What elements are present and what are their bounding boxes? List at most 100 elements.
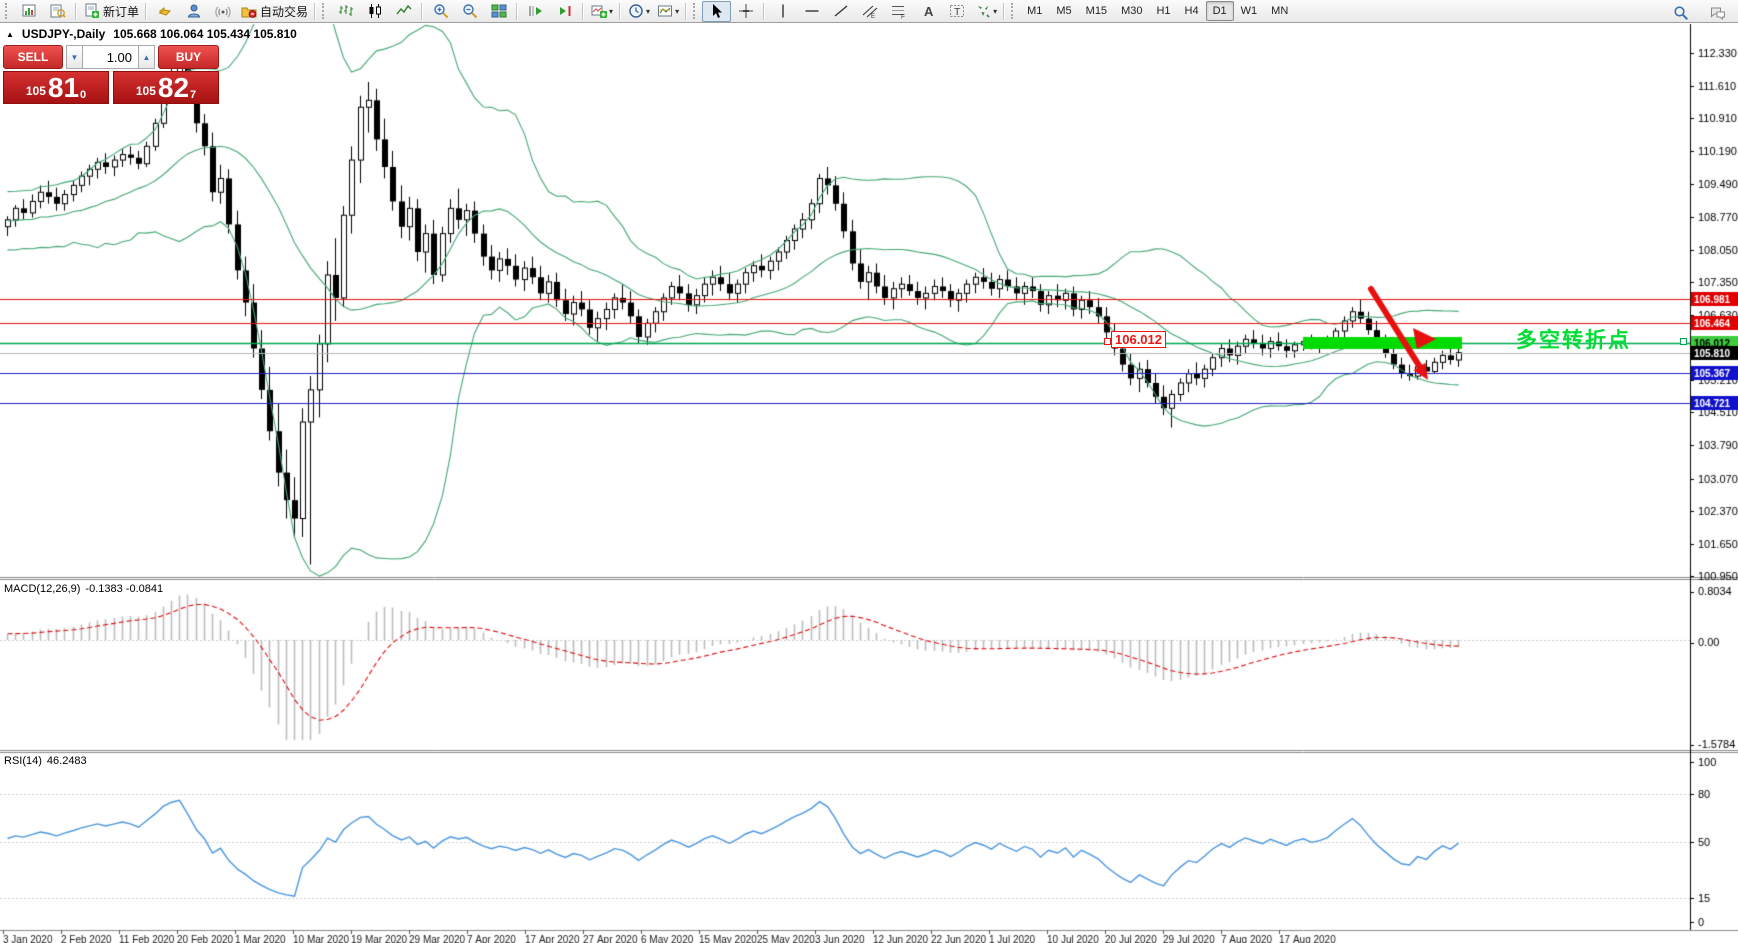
trendline-button[interactable] bbox=[826, 1, 855, 22]
buy-button[interactable]: BUY bbox=[158, 45, 219, 69]
chat-icon bbox=[1709, 4, 1726, 21]
dropdown-arrow-icon[interactable]: ▾ bbox=[993, 7, 997, 16]
toolbar-separator bbox=[685, 2, 688, 20]
fibo-icon: F bbox=[890, 3, 907, 20]
toolbar-separator bbox=[145, 2, 148, 20]
indicators-button[interactable]: ▾ bbox=[587, 1, 616, 22]
arrows-button[interactable]: ▾ bbox=[971, 1, 1000, 22]
clock-icon bbox=[627, 3, 644, 20]
toolbar-separator bbox=[1003, 2, 1006, 20]
periods-button[interactable]: ▾ bbox=[624, 1, 653, 22]
timeframe-d1[interactable]: D1 bbox=[1205, 1, 1234, 21]
sell-button[interactable]: SELL bbox=[3, 45, 63, 69]
auto-scroll-button[interactable] bbox=[521, 1, 550, 22]
sell-price-display[interactable]: 105 81 0 bbox=[3, 71, 109, 104]
svg-text:E: E bbox=[871, 14, 875, 19]
sell-price-main: 81 bbox=[47, 72, 80, 103]
toolbar-button-label: 新订单 bbox=[103, 4, 140, 19]
text-button[interactable]: A bbox=[913, 1, 942, 22]
price-chart-canvas[interactable] bbox=[0, 0, 1738, 943]
person-icon bbox=[185, 3, 202, 20]
symbol-marker-icon: ▲ bbox=[6, 29, 14, 39]
buy-price-handle: 105 bbox=[135, 84, 156, 98]
bar-chart-button[interactable] bbox=[331, 1, 360, 22]
toolbar-button-label: 自动交易 bbox=[260, 4, 309, 19]
dropdown-arrow-icon[interactable]: ▾ bbox=[646, 7, 650, 16]
newchart-icon bbox=[20, 3, 37, 20]
timeframe-m5[interactable]: M5 bbox=[1049, 1, 1078, 21]
timeframe-m1[interactable]: M1 bbox=[1020, 1, 1049, 21]
toolbar-separator bbox=[314, 2, 317, 20]
horizontal-line-button[interactable] bbox=[797, 1, 826, 22]
dropdown-arrow-icon[interactable]: ▾ bbox=[609, 7, 613, 16]
search-button[interactable] bbox=[1666, 2, 1695, 23]
cursor-icon bbox=[708, 3, 725, 20]
volume-increase-button[interactable]: ▲ bbox=[138, 45, 155, 69]
channel-icon: E bbox=[861, 3, 878, 20]
labelT-icon: T bbox=[948, 3, 965, 20]
rsi-value: 46.2483 bbox=[46, 755, 87, 767]
cursor-button[interactable] bbox=[702, 0, 732, 22]
toolbar-grip bbox=[5, 3, 11, 19]
tile-windows-button[interactable] bbox=[484, 1, 513, 22]
chart-ohlc-values: 105.668 106.064 105.434 105.810 bbox=[113, 27, 297, 41]
vline-icon bbox=[774, 3, 791, 20]
timeframe-m30[interactable]: M30 bbox=[1114, 1, 1149, 21]
profiles-button[interactable] bbox=[43, 1, 72, 22]
buy-price-display[interactable]: 105 82 7 bbox=[113, 71, 219, 104]
svg-text:T: T bbox=[954, 6, 961, 18]
bars-icon bbox=[337, 3, 354, 20]
timeframe-h1[interactable]: H1 bbox=[1149, 1, 1177, 21]
chart-title: ▲ USDJPY-,Daily 105.668 106.064 105.434 … bbox=[6, 27, 297, 41]
fibonacci-button[interactable]: F bbox=[884, 1, 913, 22]
trend-icon bbox=[832, 3, 849, 20]
signals-button[interactable] bbox=[208, 1, 237, 22]
one-click-trading-panel: SELL ▼ 1.00 ▲ BUY 105 81 0 105 82 7 bbox=[3, 45, 219, 104]
crosshair-button[interactable] bbox=[731, 1, 760, 22]
new-order-button[interactable]: 新订单 bbox=[80, 1, 142, 22]
chat-button[interactable] bbox=[1703, 2, 1732, 23]
dropdown-arrow-icon[interactable]: ▾ bbox=[675, 7, 679, 16]
shift-icon bbox=[556, 3, 573, 20]
arrows-icon bbox=[974, 3, 991, 20]
equidistant-channel-button[interactable]: E bbox=[855, 1, 884, 22]
gold-icon bbox=[156, 3, 173, 20]
templates-button[interactable]: ▾ bbox=[653, 1, 682, 22]
toolbar-separator bbox=[516, 2, 519, 20]
new-chart-button[interactable] bbox=[14, 1, 43, 22]
buy-price-main: 82 bbox=[157, 72, 190, 103]
autotrading-button[interactable]: 自动交易 bbox=[237, 1, 311, 22]
zoom-out-button[interactable] bbox=[455, 1, 484, 22]
toolbar-grip bbox=[322, 3, 328, 19]
chart-shift-button[interactable] bbox=[550, 1, 579, 22]
timeframe-m15[interactable]: M15 bbox=[1079, 1, 1114, 21]
svg-text:F: F bbox=[901, 14, 905, 20]
search-icon bbox=[1672, 4, 1689, 21]
order-icon bbox=[83, 3, 100, 20]
candlestick-chart-button[interactable] bbox=[360, 1, 389, 22]
toolbar-separator bbox=[75, 2, 77, 20]
timeframe-mn[interactable]: MN bbox=[1264, 1, 1295, 21]
volume-decrease-button[interactable]: ▼ bbox=[66, 45, 83, 69]
community-button[interactable] bbox=[179, 1, 208, 22]
zoom-in-button[interactable] bbox=[426, 1, 455, 22]
price-level-label[interactable]: 106.012 bbox=[1111, 331, 1166, 348]
toolbar-separator bbox=[763, 2, 766, 20]
timeframe-w1[interactable]: W1 bbox=[1234, 1, 1265, 21]
buy-price-point: 7 bbox=[190, 89, 197, 101]
mt4-window: 新订单 自动交易 ▾ ▾ ▾ E F A T ▾ M1 M5 M15 M30 H1 H4 D1 W1 MN ▲ US… bbox=[0, 0, 1738, 943]
vertical-line-button[interactable] bbox=[768, 1, 797, 22]
autotrade-icon bbox=[240, 3, 257, 20]
zoomin-icon bbox=[432, 3, 449, 20]
hline-left-handle[interactable] bbox=[1104, 338, 1111, 345]
timeframe-h4[interactable]: H4 bbox=[1178, 1, 1206, 21]
text-label-button[interactable]: T bbox=[942, 1, 971, 22]
line-chart-button[interactable] bbox=[389, 1, 418, 22]
toolbar-separator bbox=[421, 2, 424, 20]
toolbar-grip bbox=[693, 3, 699, 19]
volume-input[interactable]: 1.00 bbox=[83, 45, 138, 69]
turning-point-annotation[interactable]: 多空转折点 bbox=[1516, 324, 1631, 354]
hline-right-handle[interactable] bbox=[1680, 338, 1687, 345]
metaeditor-button[interactable] bbox=[150, 1, 179, 22]
toolbar-separator bbox=[582, 2, 585, 20]
